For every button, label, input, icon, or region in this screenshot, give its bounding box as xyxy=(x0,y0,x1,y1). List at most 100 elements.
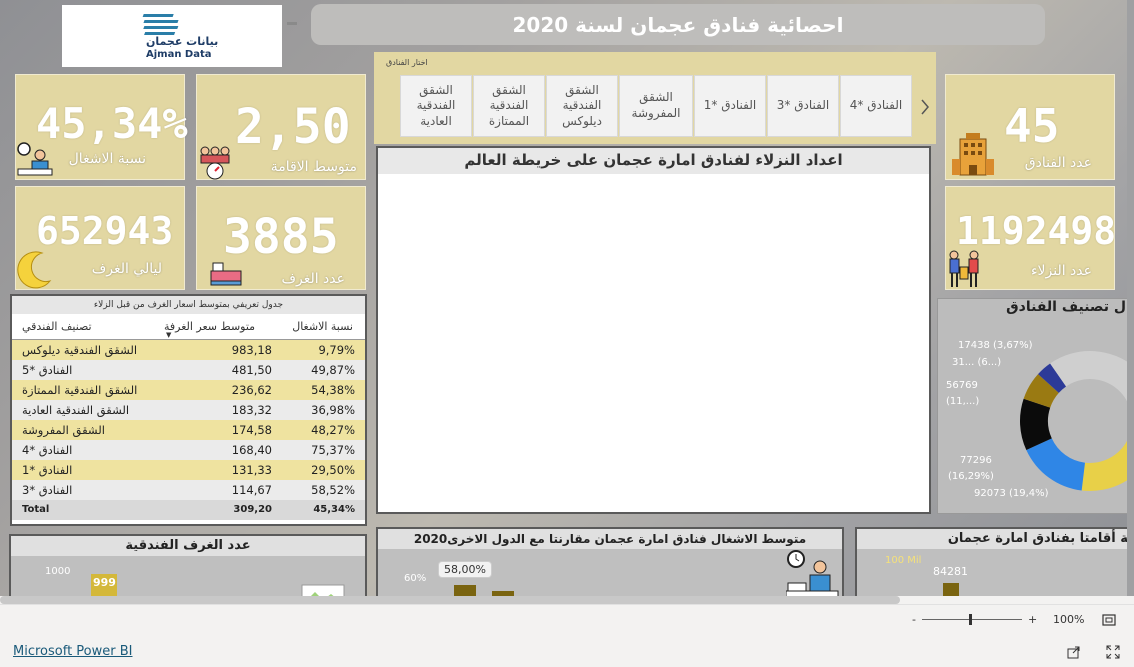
cell-category: الشقق المفروشة xyxy=(22,423,105,437)
zoom-level: 100% xyxy=(1053,613,1085,626)
table-total-row: Total 309,20 45,34% xyxy=(12,500,365,520)
table-row[interactable]: الفنادق *4 168,40 75,37% xyxy=(12,440,365,460)
kpi-occupancy-card: 45,34% نسبة الاشغال xyxy=(15,74,188,180)
moon-icon xyxy=(17,251,52,289)
bed-icon xyxy=(210,262,242,286)
rooms-chart-data-label: 999 xyxy=(93,576,116,589)
table-header: تصنيف الفندقي متوسط سعر الغرفة ▼ نسبة ال… xyxy=(12,314,365,340)
table-row[interactable]: الشقق الفندقية العادية 183,32 36,98% xyxy=(12,400,365,420)
donut-label-16pct: (16,29%) xyxy=(948,471,994,482)
map-title: اعداد النزلاء لفنادق امارة عجمان على خري… xyxy=(378,148,929,174)
kpi-rooms-card: 3885 عدد الغرف xyxy=(196,186,366,290)
fullscreen-icon[interactable] xyxy=(1106,645,1120,659)
cell-avg-price: 168,40 xyxy=(231,443,272,457)
slicer-option-premium[interactable]: الشقق الفندقية الممتازة xyxy=(473,75,545,137)
table-body: الشقق الفندقية ديلوكس 983,18 9,79% الفنادق … xyxy=(12,340,365,520)
chevron-right-icon[interactable] xyxy=(919,98,931,116)
residence-chart-ytick: 100 Mil xyxy=(885,555,922,566)
table-row[interactable]: الفنادق *1 131,33 29,50% xyxy=(12,460,365,480)
residence-chart-title: ية أقامتا بفنادق امارة عجمان xyxy=(857,529,1134,549)
kpi-room-nights-card: 652943 ليالي الغرف xyxy=(15,186,185,290)
cell-avg-price: 481,50 xyxy=(231,363,272,377)
slicer-title: اختار الفنادق xyxy=(386,58,428,67)
hotel-type-slicer: اختار الفنادق الفنادق *4 الفنادق *3 الفن… xyxy=(374,52,936,144)
ajman-data-logo: بيانات عجمان Ajman Data xyxy=(62,5,282,67)
kpi-rooms-label: عدد الغرف xyxy=(281,271,345,287)
dash-mark xyxy=(287,22,297,25)
kpi-avg-stay-card: 2,50 متوسط الاقامة xyxy=(196,74,366,180)
table-row[interactable]: الفنادق *5 481,50 49,87% xyxy=(12,360,365,380)
cell-occupancy: 48,27% xyxy=(311,423,355,437)
residence-chart[interactable]: ية أقامتا بفنادق امارة عجمان 100 Mil 842… xyxy=(855,527,1134,596)
cell-occupancy: 36,98% xyxy=(311,403,355,417)
kpi-avg-stay-value: 2,50 xyxy=(235,99,351,155)
cell-category: الشقق الفندقية العادية xyxy=(22,403,130,417)
report-canvas: بيانات عجمان Ajman Data احصائية فنادق عج… xyxy=(0,0,1134,596)
kpi-guests-label: عدد النزلاء xyxy=(1030,263,1092,279)
table-row[interactable]: الشقق الفندقية ديلوكس 983,18 9,79% xyxy=(12,340,365,360)
person-at-desk-icon xyxy=(17,142,53,176)
cell-occupancy: 29,50% xyxy=(311,463,355,477)
logo-english-text: Ajman Data xyxy=(146,49,212,60)
slicer-option-4star[interactable]: الفنادق *4 xyxy=(840,75,912,137)
occupancy-bar-1 xyxy=(454,585,476,596)
room-price-table[interactable]: جدول تعريفي بمتوسط اسعار الغرف من قبل ال… xyxy=(10,294,367,526)
cell-avg-price: 174,58 xyxy=(231,423,272,437)
cell-category: الفنادق *4 xyxy=(22,443,73,457)
vertical-scrollbar[interactable] xyxy=(1127,0,1134,596)
donut-slice[interactable] xyxy=(1026,438,1085,491)
rooms-count-chart[interactable]: عدد الغرف الفندقية 1000 999 xyxy=(9,534,367,596)
zoom-slider-track[interactable] xyxy=(922,619,1022,620)
header-occupancy[interactable]: نسبة الاشغال xyxy=(292,320,353,333)
rooms-chart-ytick: 1000 xyxy=(45,566,71,577)
fit-to-page-icon[interactable] xyxy=(1102,614,1116,626)
page-title: احصائية فنادق عجمان لسنة 2020 xyxy=(311,4,1045,45)
zoom-slider-handle[interactable] xyxy=(969,614,972,625)
world-map-visual[interactable]: اعداد النزلاء لفنادق امارة عجمان على خري… xyxy=(376,146,931,514)
hotel-classification-donut[interactable]: ل تصنيف الفنادق 17438 (3,67%) 31... (6..… xyxy=(937,298,1134,514)
occupancy-comparison-chart[interactable]: متوسط الاشغال فنادق امارة عجمان مقارنتا … xyxy=(376,527,844,596)
cell-occupancy: 49,87% xyxy=(311,363,355,377)
residence-bar xyxy=(943,583,959,596)
travelers-icon xyxy=(949,250,979,287)
zoom-out-button[interactable]: - xyxy=(912,613,916,626)
donut-label-56769: 56769 xyxy=(946,380,978,391)
kpi-occupancy-label: نسبة الاشغال xyxy=(68,151,146,167)
total-avg-price: 309,20 xyxy=(233,504,272,515)
cell-occupancy: 75,37% xyxy=(311,443,355,457)
table-row[interactable]: الفنادق *3 114,67 58,52% xyxy=(12,480,365,500)
table-row[interactable]: الشقق المفروشة 174,58 48,27% xyxy=(12,420,365,440)
table-row[interactable]: الشقق الفندقية الممتازة 236,62 54,38% xyxy=(12,380,365,400)
kpi-hotels-label: عدد الفنادق xyxy=(1024,155,1092,171)
donut-label-31: 31... (6...) xyxy=(952,357,1002,368)
cell-avg-price: 114,67 xyxy=(231,483,272,497)
cell-occupancy: 58,52% xyxy=(311,483,355,497)
kpi-hotels-card: 45 عدد الفنادق xyxy=(945,74,1115,180)
slicer-option-1star[interactable]: الفنادق *1 xyxy=(694,75,766,137)
cell-avg-price: 236,62 xyxy=(231,383,272,397)
group-clock-icon xyxy=(200,146,230,180)
occupancy-chart-title: متوسط الاشغال فنادق امارة عجمان مقارنتا … xyxy=(378,529,842,549)
occupancy-data-label: 58,00% xyxy=(438,561,492,578)
header-avg-price[interactable]: متوسط سعر الغرفة xyxy=(164,320,255,333)
kpi-room-nights-value: 652943 xyxy=(36,209,174,253)
donut-slice[interactable] xyxy=(1050,351,1134,453)
power-bi-link[interactable]: Microsoft Power BI xyxy=(13,644,132,659)
footer-bar: - + 100% Microsoft Power BI xyxy=(0,604,1134,667)
slicer-option-standard[interactable]: الشقق الفندقية العادية xyxy=(400,75,472,137)
kpi-guests-value: 1192498 xyxy=(956,209,1117,253)
slicer-option-3star[interactable]: الفنادق *3 xyxy=(767,75,839,137)
cell-avg-price: 131,33 xyxy=(231,463,272,477)
zoom-in-button[interactable]: + xyxy=(1028,613,1037,626)
header-category[interactable]: تصنيف الفندقي xyxy=(22,320,92,333)
donut-label-92073: 92073 (19,4%) xyxy=(974,488,1049,499)
share-icon[interactable] xyxy=(1067,645,1081,659)
cell-category: الفنادق *3 xyxy=(22,483,73,497)
cell-category: الشقق الفندقية ديلوكس xyxy=(22,343,138,357)
slicer-option-deluxe[interactable]: الشقق الفندقية ديلوكس xyxy=(546,75,618,137)
cell-category: الفنادق *5 xyxy=(22,363,73,377)
horizontal-scrollbar[interactable] xyxy=(0,596,900,604)
slicer-option-furnished[interactable]: الشقق المفروشة xyxy=(619,75,693,137)
cell-avg-price: 983,18 xyxy=(231,343,272,357)
sort-desc-icon: ▼ xyxy=(166,331,172,339)
